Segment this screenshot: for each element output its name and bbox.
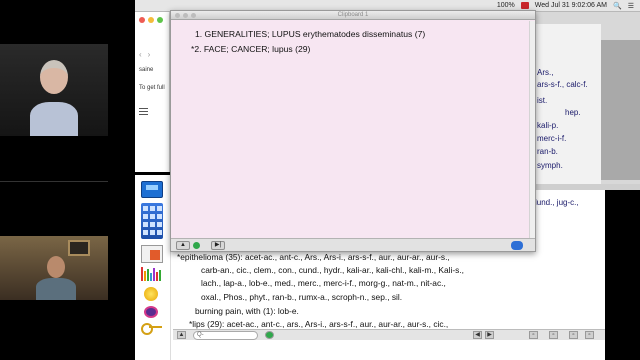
grid-tool-icon[interactable] [141, 203, 163, 239]
status-dot-icon [193, 242, 200, 249]
remedy-item[interactable]: symph. [537, 161, 563, 170]
participant-1-head [40, 60, 68, 94]
home-button[interactable]: ▲ [177, 331, 186, 339]
battery-label: 100% [496, 2, 515, 9]
document-icon[interactable] [141, 245, 163, 263]
tool-button[interactable]: ▫ [585, 331, 594, 339]
zoom-icon[interactable] [157, 17, 163, 23]
clock[interactable]: Wed Jul 31 9:02:06 AM [535, 2, 607, 9]
browser-text-line-2: To get full [139, 85, 165, 91]
search-icon[interactable]: 🔍 [613, 2, 622, 10]
minimize-icon[interactable] [148, 17, 154, 23]
play-button[interactable]: ▶| [211, 241, 225, 250]
hamburger-icon[interactable] [139, 108, 148, 115]
rubric-line[interactable]: oxal., Phos., phyt., ran-b., rumx-a., sc… [201, 292, 402, 302]
remedy-item[interactable]: ran-b. [537, 147, 558, 156]
sun-icon[interactable] [144, 287, 158, 301]
rubric-line[interactable]: *lips (29): acet-ac., ant-c., ars., Ars-… [189, 319, 448, 329]
rubric-line[interactable]: lach., lap-a., lob-e., med., merc., merc… [201, 278, 446, 288]
recording-icon[interactable] [520, 2, 529, 9]
status-icon[interactable] [265, 331, 274, 339]
rubric-line[interactable]: burning pain, with (1): lob-e. [195, 306, 299, 316]
key-icon[interactable] [141, 323, 163, 335]
remedy-item[interactable]: ars-s-f., calc-f. [537, 80, 588, 89]
tool-button[interactable]: ▫ [529, 331, 538, 339]
menu-list-icon[interactable]: ☰ [628, 2, 634, 10]
close-icon[interactable] [139, 17, 145, 23]
browser-nav-arrows[interactable]: ‹› [139, 50, 156, 59]
dialog-titlebar[interactable]: Clipboard 1 [171, 11, 535, 20]
remedy-fragment[interactable]: lund., jug-c., [535, 198, 579, 207]
dialog-title: Clipboard 1 [337, 12, 369, 18]
clipboard-dialog: Clipboard 1 1. GENERALITIES; LUPUS eryth… [170, 10, 536, 252]
rubric-line[interactable]: *epithelioma (35): acet-ac., ant-c., Ars… [177, 252, 450, 262]
window-controls [139, 17, 163, 23]
scroll-strip[interactable] [601, 40, 640, 180]
video-tile-participant-1 [0, 44, 108, 136]
up-button[interactable]: ▲ [176, 241, 190, 250]
remedy-column: Ars., ars-s-f., calc-f. ist. hep. kali-p… [535, 24, 601, 184]
dialog-scrollbar[interactable] [529, 21, 535, 239]
browser-text-line-1: saine [139, 67, 154, 73]
participant-2-body [36, 278, 76, 300]
dialog-footer: ▲ ▶| [171, 238, 535, 251]
participant-1-body [30, 102, 78, 136]
tool-button[interactable]: ▫ [549, 331, 558, 339]
repertory-toolbar [135, 175, 171, 360]
tool-button[interactable]: ▫ [569, 331, 578, 339]
coin-icon[interactable] [144, 306, 158, 318]
remedy-item[interactable]: merc-i-f. [537, 134, 566, 143]
clipboard-result-2[interactable]: *2. FACE; CANCER; lupus (29) [191, 44, 310, 54]
remedy-item[interactable]: hep. [565, 108, 581, 117]
rubric-line[interactable]: carb-an., cic., clem., con., cund., hydr… [201, 265, 464, 275]
participant-2-head [47, 256, 65, 278]
repertory-side-window: Ars., ars-s-f., calc-f. ist. hep. kali-p… [535, 12, 640, 190]
remedy-item[interactable]: Ars., [537, 68, 553, 77]
browser-window: ‹› saine To get full [135, 12, 170, 172]
next-page-button[interactable]: ▶ [485, 331, 494, 339]
participant-2-picture-frame [68, 240, 90, 256]
status-bar: ▲ Q- ◀ ▶ ▫ ▫ ▫ ▫ [173, 329, 605, 340]
prev-page-button[interactable]: ◀ [473, 331, 482, 339]
video-divider [0, 181, 108, 182]
search-input[interactable]: Q- [193, 331, 258, 340]
calculator-icon[interactable] [141, 181, 163, 198]
clipboard-result-1[interactable]: 1. GENERALITIES; LUPUS erythematodes dis… [195, 29, 425, 39]
globe-icon[interactable] [511, 241, 523, 250]
remedy-item[interactable]: ist. [537, 96, 547, 105]
bar-chart-icon[interactable] [141, 267, 163, 281]
remedy-item[interactable]: kali-p. [537, 121, 558, 130]
screen: 100% Wed Jul 31 9:02:06 AM 🔍 ☰ ‹› saine … [0, 0, 640, 360]
video-tile-participant-2 [0, 236, 108, 300]
